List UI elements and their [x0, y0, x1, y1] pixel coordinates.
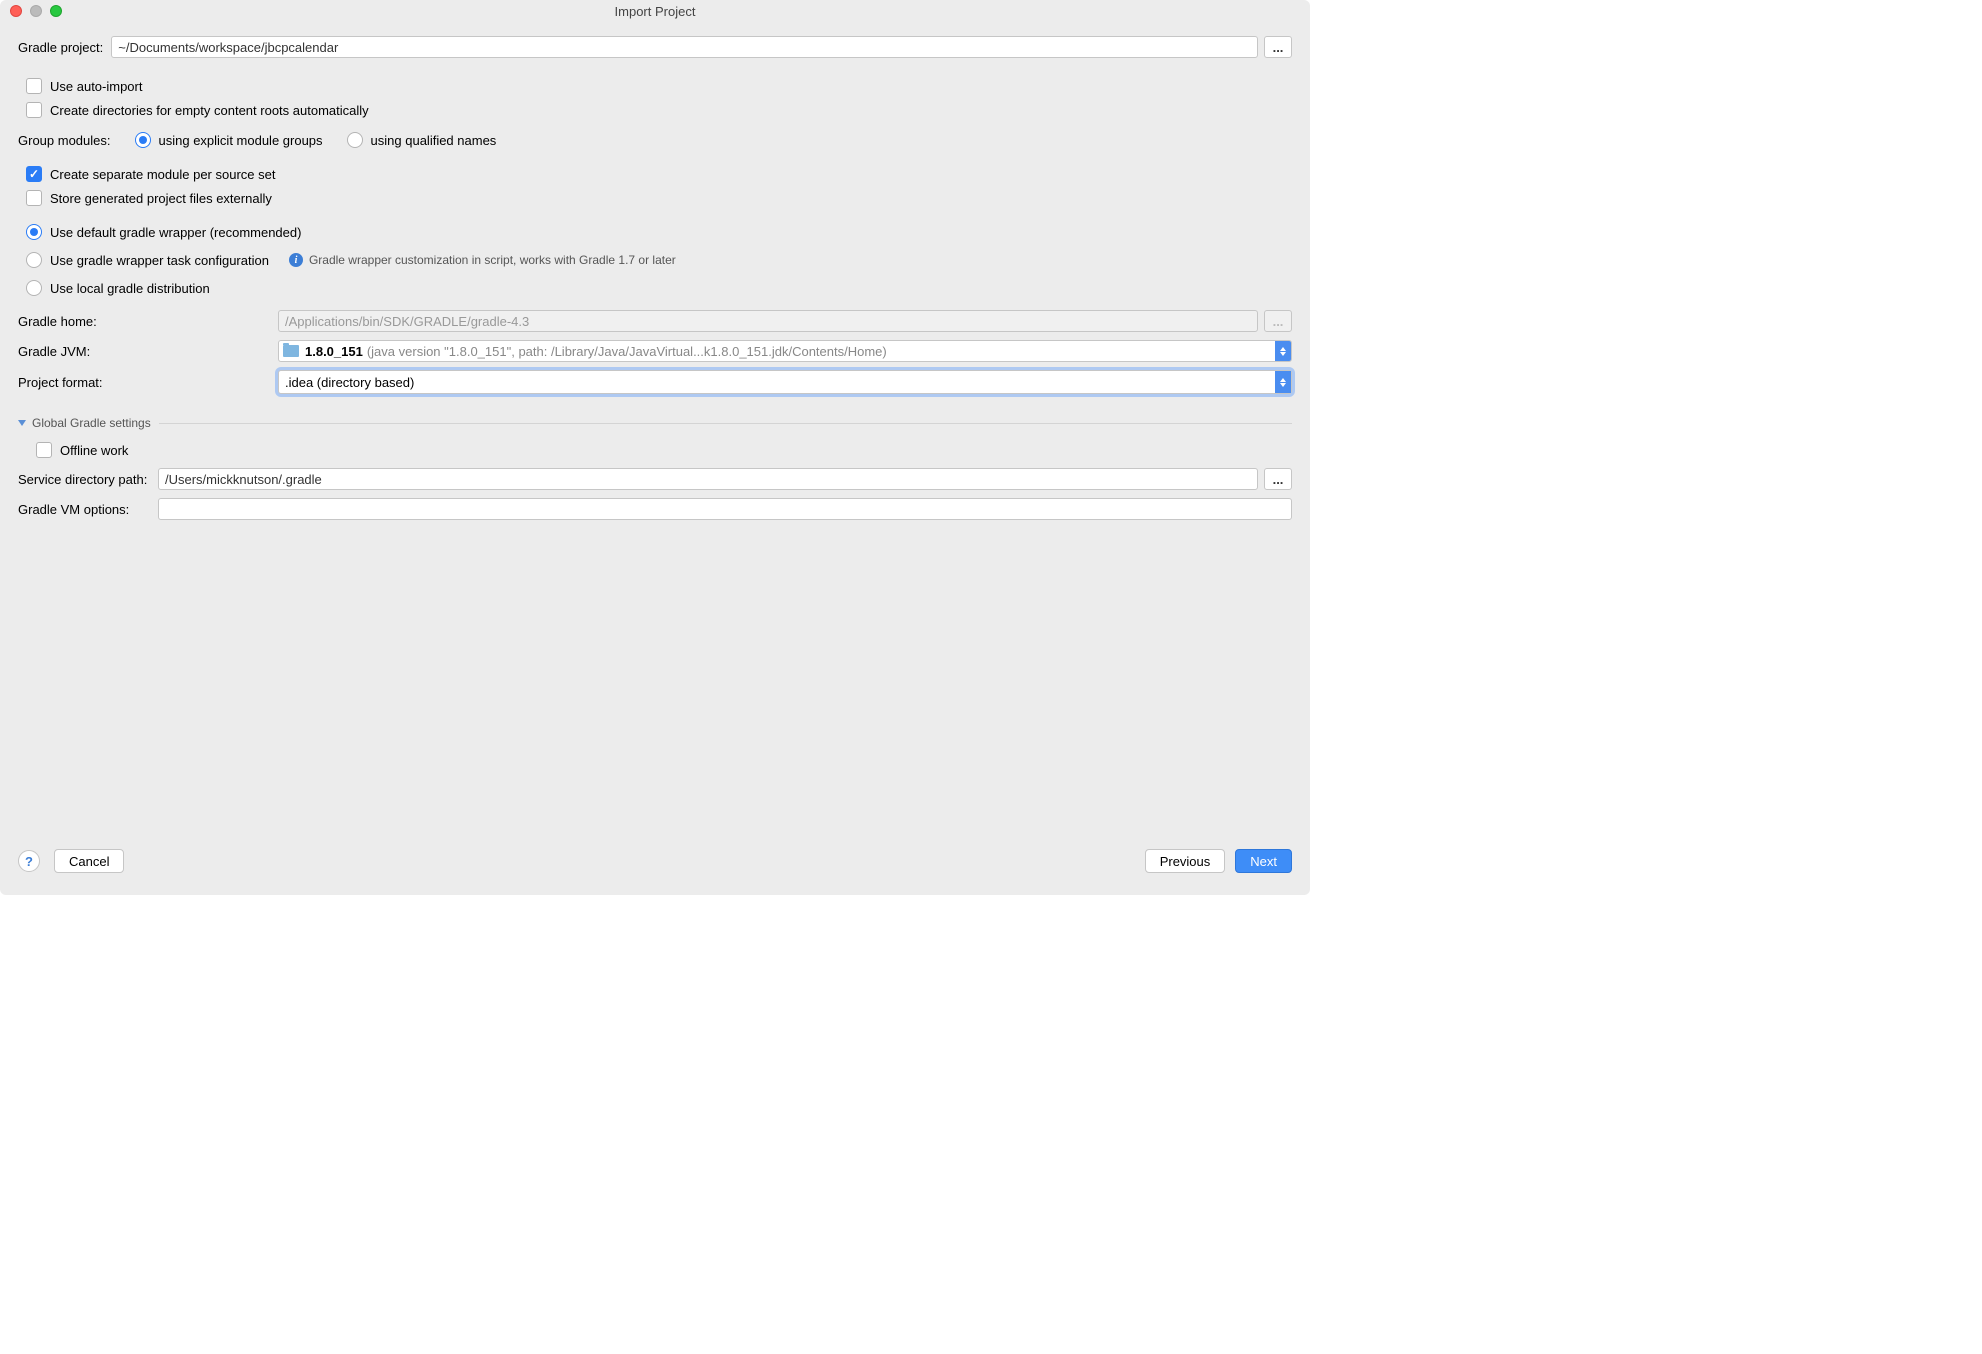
group-qualified-radio[interactable] — [347, 132, 363, 148]
offline-work-row[interactable]: Offline work — [36, 442, 1292, 458]
chevron-updown-icon — [1275, 341, 1291, 361]
wrapper-local-row[interactable]: Use local gradle distribution — [26, 280, 1292, 296]
close-icon[interactable] — [10, 5, 22, 17]
browse-service-dir-button[interactable]: ... — [1264, 468, 1292, 490]
create-dirs-label: Create directories for empty content roo… — [50, 103, 369, 118]
wrapper-task-radio[interactable] — [26, 252, 42, 268]
auto-import-checkbox[interactable] — [26, 78, 42, 94]
wrapper-local-label: Use local gradle distribution — [50, 281, 210, 296]
project-format-value: .idea (directory based) — [285, 375, 414, 390]
dialog-footer: ? Cancel Previous Next — [0, 839, 1310, 895]
gradle-jvm-dropdown[interactable]: 1.8.0_151 (java version "1.8.0_151", pat… — [278, 340, 1292, 362]
info-icon: i — [289, 253, 303, 267]
project-format-dropdown[interactable]: .idea (directory based) — [278, 370, 1292, 394]
gradle-project-label: Gradle project: — [18, 40, 103, 55]
group-explicit-radio[interactable] — [135, 132, 151, 148]
browse-gradle-home-button: ... — [1264, 310, 1292, 332]
gradle-project-row: Gradle project: ~/Documents/workspace/jb… — [18, 36, 1292, 58]
help-button[interactable]: ? — [18, 850, 40, 872]
separate-module-checkbox[interactable] — [26, 166, 42, 182]
jvm-detail: (java version "1.8.0_151", path: /Librar… — [367, 344, 887, 359]
minimize-icon — [30, 5, 42, 17]
wrapper-default-label: Use default gradle wrapper (recommended) — [50, 225, 301, 240]
offline-work-label: Offline work — [60, 443, 128, 458]
wrapper-task-row[interactable]: Use gradle wrapper task configuration i … — [26, 252, 1292, 268]
gradle-jvm-label: Gradle JVM: — [18, 344, 278, 359]
group-modules-label: Group modules: — [18, 133, 111, 148]
jvm-version: 1.8.0_151 — [305, 344, 363, 359]
cancel-button[interactable]: Cancel — [54, 849, 124, 873]
gradle-project-path-input[interactable]: ~/Documents/workspace/jbcpcalendar — [111, 36, 1258, 58]
create-dirs-checkbox[interactable] — [26, 102, 42, 118]
chevron-updown-icon — [1275, 371, 1291, 393]
project-format-row: Project format: .idea (directory based) — [18, 370, 1292, 394]
wrapper-task-label: Use gradle wrapper task configuration — [50, 253, 269, 268]
gradle-home-row: Gradle home: /Applications/bin/SDK/GRADL… — [18, 310, 1292, 332]
folder-icon — [283, 345, 299, 357]
group-qualified-label: using qualified names — [371, 133, 497, 148]
service-dir-input[interactable]: /Users/mickknutson/.gradle — [158, 468, 1258, 490]
previous-button[interactable]: Previous — [1145, 849, 1226, 873]
vm-options-row: Gradle VM options: — [18, 498, 1292, 520]
global-settings-header[interactable]: Global Gradle settings — [18, 416, 1292, 430]
next-button[interactable]: Next — [1235, 849, 1292, 873]
gradle-jvm-row: Gradle JVM: 1.8.0_151 (java version "1.8… — [18, 340, 1292, 362]
window-controls — [0, 5, 62, 17]
project-format-label: Project format: — [18, 375, 278, 390]
vm-options-input[interactable] — [158, 498, 1292, 520]
store-external-checkbox[interactable] — [26, 190, 42, 206]
window-title: Import Project — [0, 4, 1310, 19]
wrapper-default-radio[interactable] — [26, 224, 42, 240]
separate-module-label: Create separate module per source set — [50, 167, 275, 182]
dialog-window: Import Project Gradle project: ~/Documen… — [0, 0, 1310, 895]
service-dir-row: Service directory path: /Users/mickknuts… — [18, 468, 1292, 490]
group-explicit-label: using explicit module groups — [159, 133, 323, 148]
gradle-home-label: Gradle home: — [18, 314, 278, 329]
separate-module-row[interactable]: Create separate module per source set — [26, 166, 1292, 182]
separator — [159, 423, 1292, 424]
browse-project-button[interactable]: ... — [1264, 36, 1292, 58]
vm-options-label: Gradle VM options: — [18, 502, 158, 517]
auto-import-label: Use auto-import — [50, 79, 142, 94]
titlebar: Import Project — [0, 0, 1310, 22]
wrapper-default-row[interactable]: Use default gradle wrapper (recommended) — [26, 224, 1292, 240]
global-settings-label: Global Gradle settings — [32, 416, 151, 430]
offline-work-checkbox[interactable] — [36, 442, 52, 458]
create-dirs-row[interactable]: Create directories for empty content roo… — [26, 102, 1292, 118]
store-external-label: Store generated project files externally — [50, 191, 272, 206]
service-dir-label: Service directory path: — [18, 472, 158, 487]
disclosure-triangle-icon — [18, 420, 26, 426]
auto-import-row[interactable]: Use auto-import — [26, 78, 1292, 94]
wrapper-task-hint: Gradle wrapper customization in script, … — [309, 253, 676, 267]
maximize-icon[interactable] — [50, 5, 62, 17]
store-external-row[interactable]: Store generated project files externally — [26, 190, 1292, 206]
gradle-home-input: /Applications/bin/SDK/GRADLE/gradle-4.3 — [278, 310, 1258, 332]
group-modules-row: Group modules: using explicit module gro… — [18, 132, 1292, 148]
wrapper-local-radio[interactable] — [26, 280, 42, 296]
dialog-content: Gradle project: ~/Documents/workspace/jb… — [0, 22, 1310, 839]
